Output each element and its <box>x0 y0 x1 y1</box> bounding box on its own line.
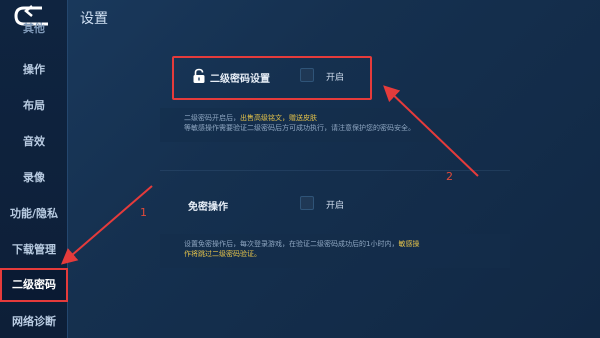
divider <box>160 170 510 171</box>
sidebar-item-network[interactable]: 网络诊断 <box>0 310 68 334</box>
sidebar-item-recording[interactable]: 录像 <box>0 166 68 190</box>
annotation-label-1: 1 <box>140 206 147 219</box>
secondary-password-toggle-label[interactable]: 开启 <box>326 70 344 83</box>
secondary-password-label: 二级密码设置 <box>210 74 270 85</box>
annotation-label-2: 2 <box>446 170 453 183</box>
secondary-password-description: 二级密码开启后，出售高级铭文，赠送皮肤 等敏感操作需要验证二级密码后方可成功执行… <box>160 108 510 142</box>
password-free-description: 设置免密操作后，每次登录游戏，在验证二级密码成功后的1小时内，敏感操 作将跳过二… <box>160 234 510 268</box>
sidebar-item-privacy[interactable]: 功能/隐私 <box>0 202 68 226</box>
sidebar-item-secondary-password[interactable]: 二级密码 <box>0 268 68 302</box>
password-free-label: 免密操作 <box>188 202 228 213</box>
desc2-highlight: 敏感操 <box>398 240 420 248</box>
sidebar: 其他 操作 布局 音效 录像 功能/隐私 下载管理 二级密码 网络诊断 <box>0 0 68 338</box>
sidebar-item-layout[interactable]: 布局 <box>0 94 68 118</box>
password-free-toggle-label[interactable]: 开启 <box>326 198 344 211</box>
desc2-line2: 作将跳过二级密码验证。 <box>184 250 261 258</box>
desc1-line2: 等敏感操作需要验证二级密码后方可成功执行，请注意保护您的密码安全。 <box>184 124 415 132</box>
sidebar-item-partial[interactable]: 其他 <box>0 22 68 36</box>
arrow-1 <box>60 185 153 265</box>
sidebar-item-operation[interactable]: 操作 <box>0 58 68 82</box>
password-free-checkbox[interactable] <box>300 196 314 210</box>
desc2-prefix: 设置免密操作后，每次登录游戏，在验证二级密码成功后的1小时内， <box>184 240 399 248</box>
desc1-prefix: 二级密码开启后， <box>184 114 240 122</box>
page-title: 设置 <box>80 11 108 27</box>
desc1-highlight: 出售高级铭文，赠送皮肤 <box>240 114 317 122</box>
sidebar-item-download[interactable]: 下载管理 <box>0 238 68 262</box>
lock-icon <box>193 68 205 83</box>
annotation-arrows <box>60 85 479 265</box>
sidebar-item-sound[interactable]: 音效 <box>0 130 68 154</box>
secondary-password-checkbox[interactable] <box>300 68 314 82</box>
